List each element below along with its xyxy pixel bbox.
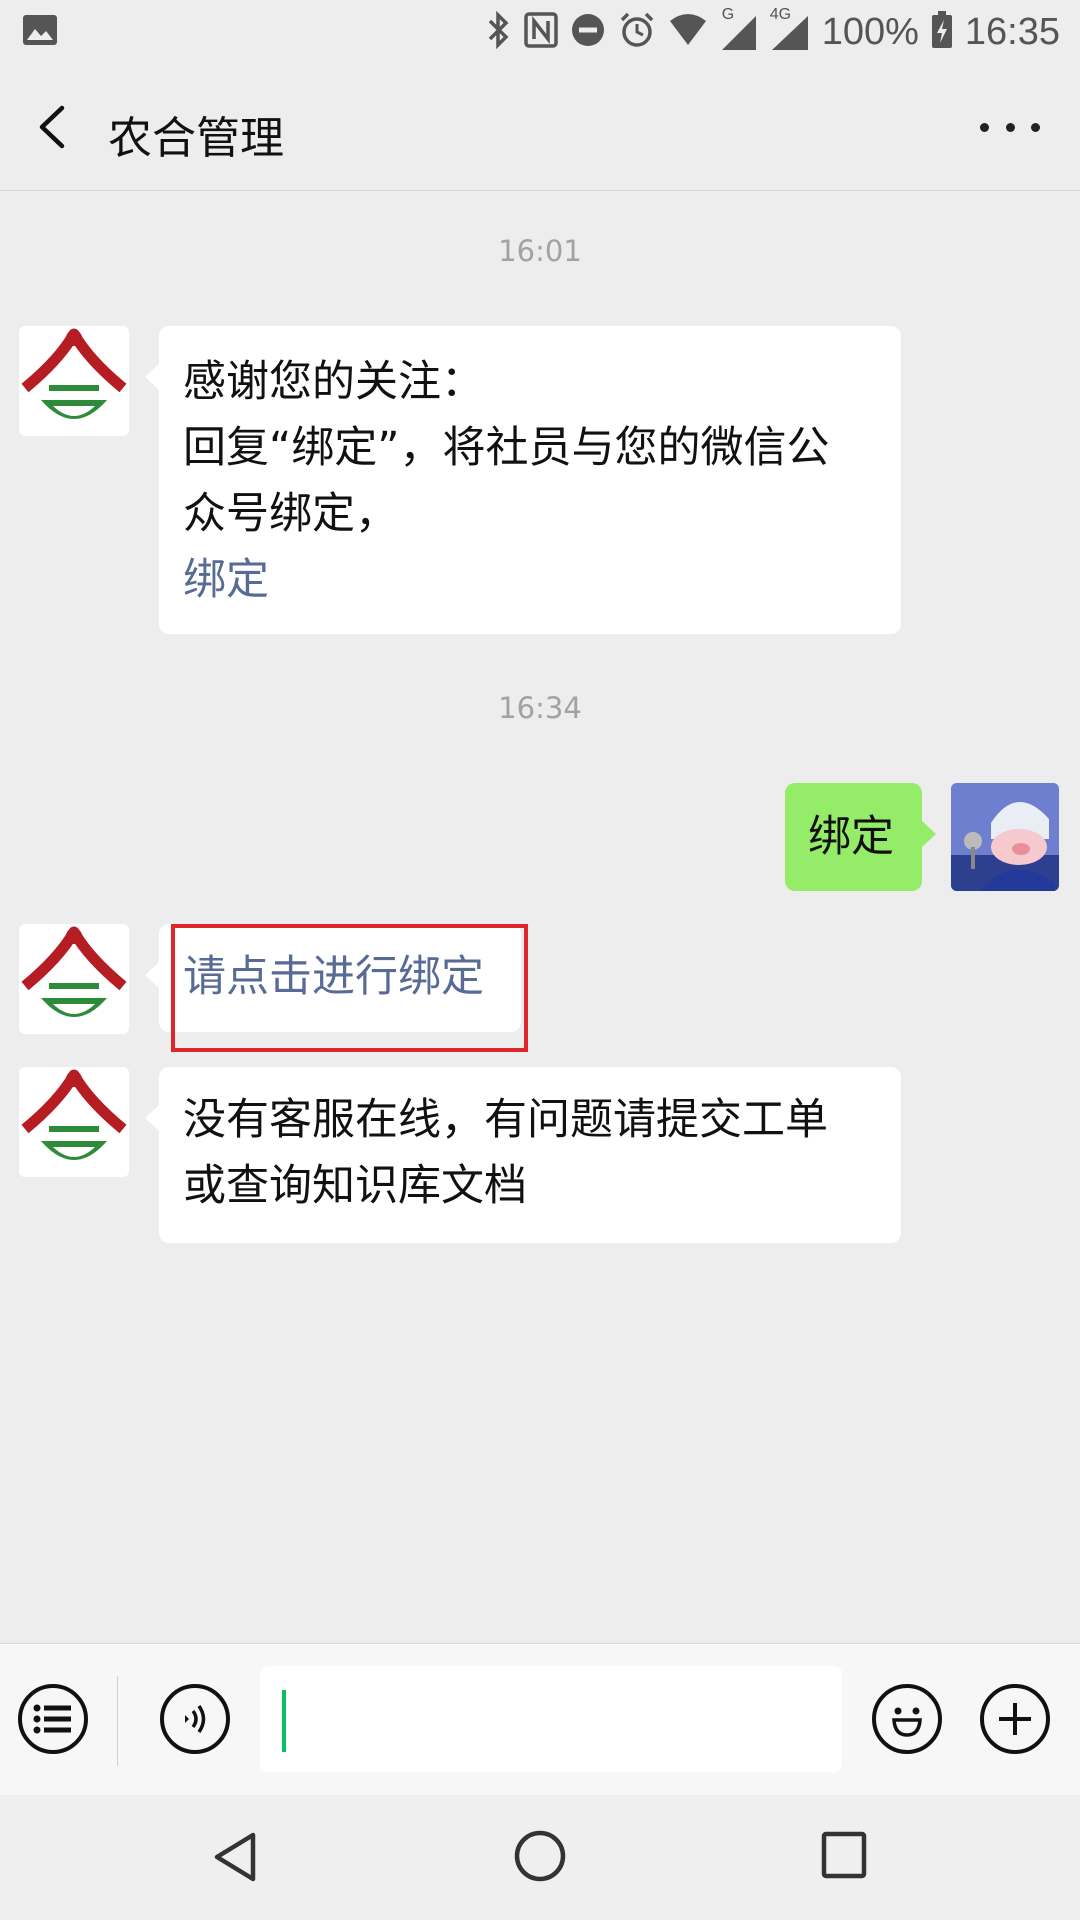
welcome-line-2: 回复“绑定”，将社员与您的微信公 <box>183 423 830 473</box>
plus-icon <box>999 1703 1031 1735</box>
gallery-notification-icon <box>22 14 58 50</box>
timestamp: 16:01 <box>498 234 582 268</box>
signal-g-icon: G <box>720 6 758 52</box>
emoji-button[interactable] <box>872 1684 942 1754</box>
welcome-line-1: 感谢您的关注： <box>183 357 484 407</box>
voice-icon <box>185 1705 206 1733</box>
more-options-button[interactable] <box>980 104 1040 150</box>
circle-home-icon <box>514 1830 566 1882</box>
user-avatar[interactable] <box>951 783 1059 891</box>
network-g-label: G <box>721 6 735 23</box>
triangle-back-icon <box>214 1832 256 1882</box>
nonghe-logo-icon <box>21 328 127 419</box>
chat-header: 农合管理 <box>0 64 1080 191</box>
official-account-avatar[interactable] <box>19 924 129 1034</box>
input-divider <box>117 1676 118 1766</box>
timestamp: 16:34 <box>498 691 582 725</box>
bluetooth-icon <box>486 10 512 53</box>
status-bar: G 4G 100% 16:35 <box>0 0 1080 64</box>
back-arrow-icon <box>39 105 65 149</box>
more-dot <box>1031 122 1040 132</box>
highlight-box <box>171 924 528 1052</box>
chat-title: 农合管理 <box>108 113 284 164</box>
more-dot <box>1005 122 1015 132</box>
signal-4g-icon: 4G <box>770 6 810 52</box>
system-recents-button[interactable] <box>821 1831 867 1883</box>
square-recents-icon <box>821 1831 867 1879</box>
emoji-icon <box>892 1707 922 1737</box>
input-bar <box>0 1643 1080 1796</box>
message-input[interactable] <box>260 1666 842 1772</box>
nonghe-logo-icon <box>21 1069 127 1160</box>
welcome-message-bubble: 感谢您的关注： 回复“绑定”，将社员与您的微信公 众号绑定， 绑定 <box>145 326 901 634</box>
official-account-avatar[interactable] <box>19 326 129 436</box>
menu-list-icon <box>33 1704 71 1734</box>
service-offline-line-2: 或查询知识库文档 <box>183 1161 527 1211</box>
nfc-icon <box>523 11 558 53</box>
back-button[interactable] <box>30 102 80 152</box>
battery-percent: 100% <box>821 10 919 53</box>
user-message-text: 绑定 <box>808 812 894 862</box>
battery-charging-icon <box>931 11 953 53</box>
official-account-avatar[interactable] <box>19 1067 129 1177</box>
pig-avatar-icon <box>951 783 1059 891</box>
clock: 16:35 <box>964 10 1060 53</box>
user-message-bubble: 绑定 <box>785 783 936 891</box>
system-back-button[interactable] <box>212 1831 258 1887</box>
alarm-icon <box>618 11 656 53</box>
wifi-icon <box>668 13 708 51</box>
service-offline-line-1: 没有客服在线，有问题请提交工单 <box>183 1095 828 1145</box>
text-caret <box>282 1690 286 1752</box>
more-dot <box>980 122 989 132</box>
service-offline-bubble: 没有客服在线，有问题请提交工单 或查询知识库文档 <box>145 1067 901 1243</box>
welcome-line-3: 众号绑定， <box>183 489 398 539</box>
system-navigation-bar <box>0 1795 1080 1920</box>
network-4g-label: 4G <box>769 6 792 23</box>
more-functions-button[interactable] <box>980 1684 1050 1754</box>
voice-input-button[interactable] <box>160 1684 230 1754</box>
nonghe-logo-icon <box>21 926 127 1017</box>
do-not-disturb-icon <box>570 12 606 52</box>
menu-toggle-button[interactable] <box>18 1684 88 1754</box>
system-home-button[interactable] <box>513 1829 567 1887</box>
bind-keyword-link[interactable]: 绑定 <box>183 547 877 613</box>
